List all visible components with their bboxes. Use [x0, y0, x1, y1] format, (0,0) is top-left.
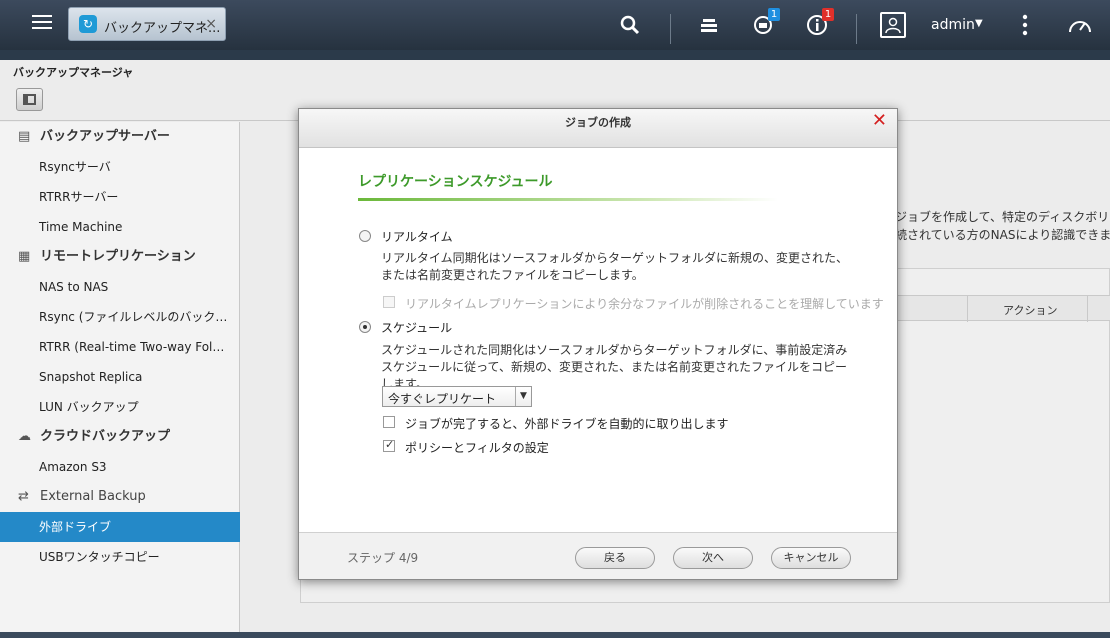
checkbox-understand-deletion-label: リアルタイムレプリケーションにより余分なファイルが削除されることを理解しています: [405, 297, 884, 311]
close-icon[interactable]: ✕: [872, 110, 887, 131]
schedule-select[interactable]: 今すぐレプリケート ▼: [382, 386, 532, 407]
app-tab-label: バックアップマネ...: [104, 21, 221, 36]
taskbar-strip: [0, 632, 1110, 638]
user-icon: [885, 17, 901, 34]
schedule-select-value: 今すぐレプリケート: [388, 392, 497, 406]
back-button[interactable]: 戻る: [575, 547, 655, 569]
topbar-separator: [856, 14, 857, 44]
radio-schedule-label[interactable]: スケジュール: [381, 319, 452, 336]
more-vertical-icon: [1022, 14, 1028, 36]
cancel-button[interactable]: キャンセル: [771, 547, 851, 569]
sidebar-item-time-machine[interactable]: Time Machine: [0, 212, 240, 242]
realtime-description: リアルタイム同期化はソースフォルダからターゲットフォルダに新規の、変更された、ま…: [381, 251, 849, 282]
sidebar-item-rsync[interactable]: Rsync (ファイルレベルのバックアップ): [0, 302, 240, 332]
user-name[interactable]: admin: [931, 17, 975, 33]
event-notification-button[interactable]: 1: [802, 8, 834, 40]
dashboard-button[interactable]: [1065, 10, 1095, 40]
dialog-title: ジョブの作成: [565, 116, 631, 129]
section-divider: [358, 198, 778, 201]
sidebar-group-external-backup[interactable]: ⇄ External Backup: [0, 482, 240, 512]
window-title: バックアップマネージャ: [13, 66, 134, 79]
sidebar-item-amazon-s3[interactable]: Amazon S3: [0, 452, 240, 482]
notification-button[interactable]: 1: [748, 8, 780, 40]
sidebar: ▤ バックアップサーバー Rsyncサーバ RTRRサーバー Time Mach…: [0, 122, 240, 632]
step-indicator: ステップ 4/9: [347, 551, 419, 565]
create-job-dialog: ジョブの作成 ✕ レプリケーションスケジュール リアルタイム リアルタイム同期化…: [298, 108, 898, 580]
sidebar-item-rtrr-server[interactable]: RTRRサーバー: [0, 182, 240, 212]
dialog-footer: ステップ 4/9 戻る 次へ キャンセル: [299, 532, 897, 579]
checkbox-understand-deletion[interactable]: [383, 296, 395, 308]
server-icon: ▤: [18, 129, 31, 144]
more-options-button[interactable]: [1010, 10, 1040, 40]
sidebar-group-remote-replication[interactable]: ▦ リモートレプリケーション: [0, 242, 240, 272]
topbar-separator: [670, 14, 671, 44]
sidebar-toggle-icon: [23, 94, 36, 105]
info-badge: 1: [822, 8, 834, 21]
search-button[interactable]: [615, 10, 645, 40]
background-tasks-button[interactable]: [694, 10, 724, 40]
sidebar-item-rtrr[interactable]: RTRR (Real-time Two-way Folder Replicati…: [0, 332, 240, 362]
chevron-down-icon: ▼: [515, 387, 531, 406]
radio-realtime[interactable]: [359, 230, 371, 242]
sidebar-item-rsync-server[interactable]: Rsyncサーバ: [0, 152, 240, 182]
job-table-header: アクション: [895, 295, 1110, 322]
user-avatar[interactable]: [880, 12, 906, 38]
notification-badge: 1: [768, 8, 780, 21]
caret-down-icon[interactable]: ▼: [975, 18, 983, 29]
sidebar-item-external-drive[interactable]: 外部ドライブ: [0, 512, 240, 542]
sync-icon: ⇄: [18, 489, 29, 504]
column-action[interactable]: アクション: [1003, 302, 1057, 318]
sidebar-group-cloud-backup[interactable]: ☁ クラウドバックアップ: [0, 422, 240, 452]
hamburger-icon: [32, 15, 52, 17]
section-title: レプリケーションスケジュール: [358, 174, 553, 190]
top-bar: ↻ バックアップマネ... × 1 1 admin ▼: [0, 0, 1110, 50]
stack-icon: [701, 19, 717, 32]
sidebar-group-backup-server[interactable]: ▤ バックアップサーバー: [0, 122, 240, 152]
tab-close-button[interactable]: ×: [205, 16, 217, 32]
backup-manager-icon: ↻: [79, 15, 97, 33]
search-icon: [620, 15, 640, 35]
checkbox-auto-eject-label[interactable]: ジョブが完了すると、外部ドライブを自動的に取り出します: [405, 415, 729, 432]
radio-schedule[interactable]: [359, 321, 371, 333]
checkbox-policy-filter-label[interactable]: ポリシーとフィルタの設定: [405, 439, 549, 456]
sidebar-item-lun-backup[interactable]: LUN バックアップ: [0, 392, 240, 422]
next-button[interactable]: 次へ: [673, 547, 753, 569]
external-drive-description: ジョブを作成して、特定のディスクボリュー 続されている方のNASにより認識できま…: [895, 210, 1110, 242]
menu-button[interactable]: [20, 8, 64, 44]
checkbox-policy-filter[interactable]: [383, 438, 395, 452]
sidebar-item-nas-to-nas[interactable]: NAS to NAS: [0, 272, 240, 302]
toggle-sidebar-button[interactable]: [16, 88, 43, 111]
speedometer-icon: [1069, 21, 1091, 33]
replication-icon: ▦: [18, 249, 31, 264]
sidebar-item-usb-one-touch-copy[interactable]: USBワンタッチコピー: [0, 542, 240, 572]
cloud-icon: ☁: [18, 429, 31, 444]
radio-realtime-label[interactable]: リアルタイム: [381, 228, 453, 245]
app-tab-backup-manager[interactable]: ↻ バックアップマネ... ×: [68, 7, 226, 41]
checkbox-auto-eject[interactable]: [383, 416, 395, 428]
sidebar-item-snapshot-replica[interactable]: Snapshot Replica: [0, 362, 240, 392]
dialog-header: ジョブの作成 ✕: [299, 109, 897, 148]
